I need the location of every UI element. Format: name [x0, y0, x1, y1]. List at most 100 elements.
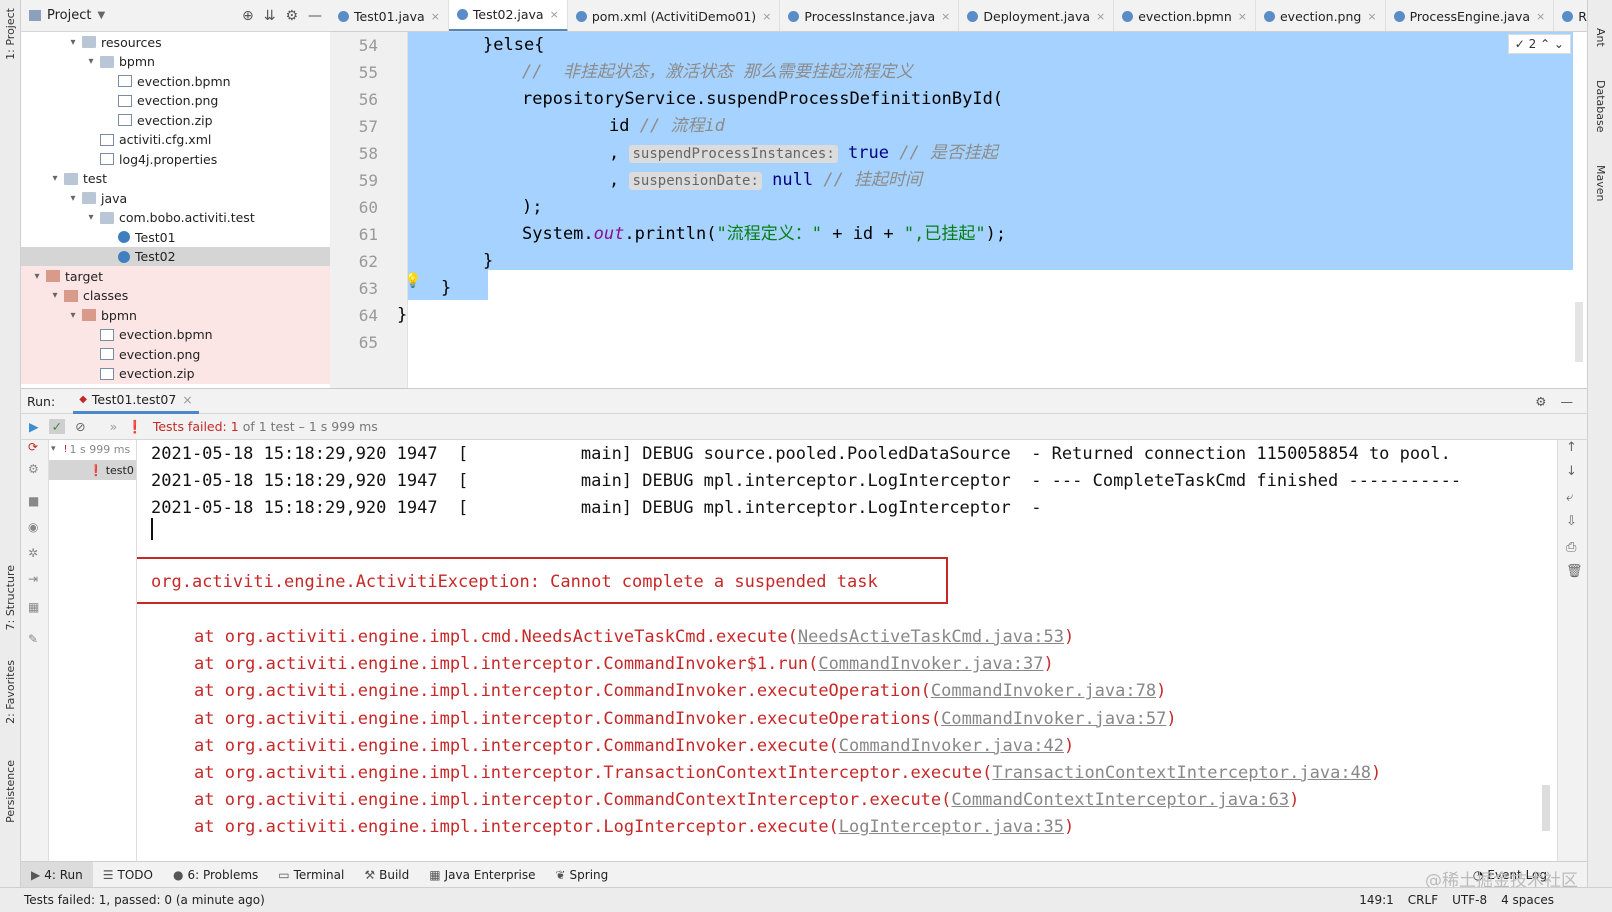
indent-setting[interactable]: 4 spaces — [1501, 893, 1554, 907]
camera-icon[interactable]: ◉ — [28, 520, 42, 534]
show-passed-icon[interactable]: ✓ — [48, 419, 66, 434]
bottom-tab[interactable]: ▶ 4: Run — [21, 861, 93, 888]
tree-item[interactable]: activiti.cfg.xml — [21, 130, 330, 150]
tree-item[interactable]: evection.png — [21, 344, 330, 364]
bottom-tab[interactable]: ▦ Java Enterprise — [419, 862, 545, 888]
maven-tool-tab[interactable]: Maven — [1594, 165, 1607, 201]
favorites-tool-tab[interactable]: 2: Favorites — [4, 660, 17, 724]
chevron-down-icon[interactable]: ▼ — [97, 10, 105, 21]
close-icon[interactable]: × — [431, 10, 440, 23]
bottom-tab[interactable]: ☰ TODO — [93, 862, 163, 888]
chevron-down-icon[interactable]: ▾ — [31, 271, 43, 282]
structure-tool-tab[interactable]: 7: Structure — [4, 565, 17, 630]
bottom-tab[interactable]: ❦ Spring — [545, 862, 618, 888]
trash-icon[interactable]: 🗑 — [1566, 564, 1583, 579]
editor-tab[interactable]: ProcessEngine.java × — [1386, 0, 1555, 31]
source-link[interactable]: CommandInvoker.java:78 — [931, 681, 1156, 701]
test-item-row[interactable]: ❗ test0 — [49, 460, 136, 480]
source-link[interactable]: CommandInvoker.java:37 — [818, 654, 1043, 674]
chevron-down-icon[interactable]: ▾ — [51, 444, 56, 454]
editor-tab[interactable]: Test02.java × — [448, 0, 568, 31]
tree-item[interactable]: ▾ bpmn — [21, 52, 330, 72]
inspection-widget[interactable]: ✓ 2 ⌃ ⌄ — [1507, 34, 1571, 54]
chevron-down-icon[interactable]: ▾ — [85, 56, 97, 67]
persistence-tool-tab[interactable]: Persistence — [4, 760, 17, 823]
close-icon[interactable]: × — [1238, 10, 1247, 23]
source-link[interactable]: CommandContextInterceptor.java:63 — [951, 790, 1289, 810]
source-link[interactable]: CommandInvoker.java:57 — [941, 709, 1166, 729]
gear-icon[interactable]: ⚙ — [1535, 394, 1546, 409]
tree-item[interactable]: ▾ test — [21, 169, 330, 189]
source-link[interactable]: NeedsActiveTaskCmd.java:53 — [798, 627, 1064, 647]
tree-item[interactable]: ▾ com.bobo.activiti.test — [21, 208, 330, 228]
close-icon[interactable]: × — [941, 10, 950, 23]
editor-scrollbar[interactable] — [1575, 302, 1583, 362]
editor-tab[interactable]: Deployment.java × — [959, 0, 1115, 31]
tree-item[interactable]: evection.zip — [21, 110, 330, 130]
arrow-up-icon[interactable]: ↑ — [1566, 440, 1577, 455]
debug-icon[interactable]: ⚙ — [28, 462, 42, 476]
chevron-down-icon[interactable]: ▾ — [85, 212, 97, 223]
chevron-down-icon[interactable]: ▾ — [49, 173, 61, 184]
tree-item[interactable]: evection.bpmn — [21, 324, 330, 345]
line-separator[interactable]: CRLF — [1408, 893, 1438, 907]
tree-item[interactable]: ▾ resources — [21, 32, 330, 52]
test-root-row[interactable]: ▾ ! 1 s 999 ms — [51, 440, 130, 458]
chevron-down-icon[interactable]: ▾ — [67, 310, 79, 321]
tree-item[interactable]: log4j.properties — [21, 149, 330, 169]
tree-item[interactable]: ▾ java — [21, 188, 330, 208]
stop-icon[interactable]: ■ — [28, 494, 42, 508]
arrow-down-icon[interactable]: ↓ — [1566, 464, 1577, 479]
source-link[interactable]: TransactionContextInterceptor.java:48 — [992, 763, 1371, 783]
export-icon[interactable]: ⇥ — [28, 572, 42, 586]
test-results-tree[interactable]: ▾ ! 1 s 999 ms ❗ test0 — [49, 440, 137, 861]
soft-wrap-icon[interactable]: ⤶ — [1566, 490, 1573, 505]
editor-tab[interactable]: Reposi× — [1554, 0, 1587, 31]
pin-icon[interactable]: ✎ — [28, 632, 42, 646]
bottom-tab[interactable]: ⚒ Build — [354, 862, 419, 888]
close-icon[interactable]: × — [1096, 10, 1105, 23]
code-editor[interactable]: 54 55 56 57 58 59 60 61 62 63 64 65 ✓ 2 ⌃ ⌄ 💡 }else… — [330, 32, 1587, 388]
tree-item[interactable]: Test02 — [21, 246, 330, 267]
chevron-down-icon[interactable]: ▾ — [67, 193, 79, 204]
close-icon[interactable]: × — [762, 10, 771, 23]
chevron-down-icon[interactable]: ▾ — [49, 290, 61, 301]
database-tool-tab[interactable]: Database — [1594, 80, 1607, 133]
tree-item[interactable]: evection.png — [21, 91, 330, 111]
editor-tab[interactable]: pom.xml (ActivitiDemo01) × — [568, 0, 781, 31]
source-link[interactable]: LogInterceptor.java:35 — [839, 817, 1064, 837]
editor-tab[interactable]: evection.png × — [1256, 0, 1386, 31]
source-link[interactable]: CommandInvoker.java:42 — [839, 736, 1064, 756]
gear-icon[interactable]: ⚙ — [285, 8, 298, 24]
project-tool-tab[interactable]: 1: Project — [4, 8, 17, 60]
project-view-selector[interactable]: Project — [47, 8, 91, 23]
scroll-to-end-icon[interactable]: ⇩ — [1566, 514, 1577, 529]
minimize-icon[interactable]: — — [1561, 394, 1574, 409]
ant-tool-tab[interactable]: Ant — [1594, 28, 1607, 47]
close-icon[interactable]: × — [550, 8, 559, 21]
tree-item[interactable]: Test01 — [21, 227, 330, 247]
editor-tab[interactable]: ProcessInstance.java × — [780, 0, 960, 31]
console-output[interactable]: org.activiti.engine.ActivitiException: C… — [137, 440, 1557, 861]
project-tree[interactable]: ▾ resources ▾ bpmn evection.bpmn evection.png… — [21, 32, 330, 388]
locate-icon[interactable]: ⊕ — [242, 8, 254, 24]
bottom-tab[interactable]: ● 6: Problems — [163, 862, 268, 888]
tree-item[interactable]: evection.bpmn — [21, 71, 330, 91]
tree-item[interactable]: ▾ classes — [21, 285, 330, 306]
editor-tab[interactable]: Test01.java × — [330, 0, 449, 31]
bottom-tab[interactable]: ▭ Terminal — [268, 862, 354, 888]
close-icon[interactable]: × — [1367, 10, 1376, 23]
collapse-all-icon[interactable]: ⇊ — [264, 8, 276, 24]
editor-tab[interactable]: evection.bpmn × — [1114, 0, 1256, 31]
settings-icon[interactable]: ✲ — [28, 546, 42, 560]
rerun-icon[interactable]: ▶ — [29, 419, 39, 434]
caret-position[interactable]: 149:1 — [1359, 893, 1394, 907]
tree-item[interactable]: ▾ target — [21, 266, 330, 286]
file-encoding[interactable]: UTF-8 — [1452, 893, 1487, 907]
more-icon[interactable]: » — [110, 419, 118, 434]
run-config-tab[interactable]: ◆ Test01.test07 × — [73, 388, 199, 414]
minimize-icon[interactable]: — — [308, 8, 322, 24]
console-scrollbar[interactable] — [1542, 785, 1550, 831]
layout-icon[interactable]: ▦ — [28, 600, 42, 614]
close-icon[interactable]: × — [1536, 10, 1545, 23]
